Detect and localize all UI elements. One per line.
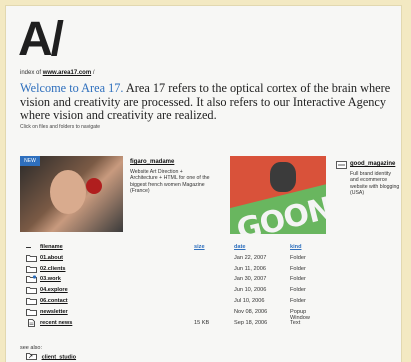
- figaro-madame-link[interactable]: figaro_madame: [130, 159, 210, 166]
- file-kind: Folder: [290, 297, 306, 304]
- file-date: Jun 11, 2006: [234, 265, 266, 272]
- related-link[interactable]: client_studio: [42, 354, 77, 360]
- table-row[interactable]: recent news 15 KB Sep 18, 2006 Text: [26, 318, 301, 330]
- good-magazine-thumbnail[interactable]: GOON: [230, 156, 326, 234]
- see-also-label: see also:: [20, 345, 43, 351]
- table-header: filename size date kind: [26, 243, 302, 254]
- navigation-hint: Click on files and folders to navigate: [20, 124, 101, 130]
- file-date: Sep 18, 2006: [234, 319, 268, 326]
- header-date[interactable]: date: [234, 244, 246, 250]
- file-name[interactable]: recent news: [40, 320, 72, 326]
- table-row[interactable]: 03.work Jan 30, 2007 Folder: [26, 275, 306, 286]
- dash-icon: [26, 247, 31, 248]
- file-name[interactable]: newsletter: [40, 309, 68, 315]
- woman-face-image: [50, 170, 86, 214]
- page: A/ index of www.area17.com / Welcome to …: [6, 6, 401, 362]
- file-kind: Folder: [290, 287, 306, 294]
- file-name[interactable]: 02.clients: [40, 266, 66, 272]
- good-magazine-text: Full brand identity and ecommerce websit…: [350, 170, 400, 197]
- magazine-link-icon: [336, 161, 347, 169]
- related-item[interactable]: client_studio: [26, 352, 76, 362]
- index-path: index of www.area17.com /: [20, 70, 95, 76]
- good-magazine-link[interactable]: good_magazine: [350, 161, 400, 168]
- table-row[interactable]: 01.about Jan 22, 2007 Folder: [26, 254, 306, 265]
- area17-logo[interactable]: A/: [18, 16, 64, 64]
- figaro-madame-thumbnail[interactable]: NEW: [20, 156, 123, 232]
- good-magazine-description: good_magazine Full brand identity and ec…: [350, 161, 400, 197]
- welcome-highlight: Welcome to Area 17.: [20, 81, 124, 95]
- folder-icon: [26, 308, 37, 318]
- figaro-madame-text: Website Art Direction + Architecture + H…: [130, 168, 210, 195]
- file-kind: Folder: [290, 276, 306, 283]
- file-date: Jan 30, 2007: [234, 276, 267, 283]
- file-name[interactable]: 04.explore: [40, 287, 68, 293]
- file-date: Jan 22, 2007: [234, 254, 267, 261]
- file-table: filename size date kind 01.about Jan 22,…: [26, 243, 310, 330]
- index-link[interactable]: www.area17.com: [43, 70, 91, 76]
- index-prefix: index of: [20, 70, 42, 76]
- new-badge: NEW: [20, 156, 40, 166]
- figaro-madame-description: figaro_madame Website Art Direction + Ar…: [130, 159, 210, 195]
- table-row[interactable]: newsletter Nov 08, 2006 Popup Window: [26, 308, 310, 321]
- header-size[interactable]: size: [194, 244, 205, 250]
- table-row[interactable]: 04.explore Jun 10, 2006 Folder: [26, 286, 306, 297]
- table-row[interactable]: 02.clients Jun 11, 2006 Folder: [26, 265, 306, 276]
- apple-image: [86, 178, 102, 194]
- folder-icon: [26, 265, 37, 275]
- header-kind[interactable]: kind: [290, 244, 302, 250]
- file-date: Jun 10, 2006: [234, 287, 267, 294]
- file-date: Jul 10, 2006: [234, 297, 265, 304]
- file-size: 15 KB: [194, 319, 210, 326]
- folder-icon: [26, 286, 37, 296]
- file-date: Nov 08, 2006: [234, 308, 268, 315]
- file-name[interactable]: 01.about: [40, 255, 63, 261]
- welcome-text: Welcome to Area 17. Area 17 refers to th…: [20, 81, 395, 123]
- folder-icon: [26, 297, 37, 307]
- folder-badge-icon: [26, 275, 37, 285]
- file-name[interactable]: 06.contact: [40, 298, 68, 304]
- file-name[interactable]: 03.work: [40, 276, 61, 282]
- folder-icon: [26, 254, 37, 264]
- file-kind: Folder: [290, 254, 306, 261]
- file-kind: Text: [290, 319, 301, 326]
- file-kind: Folder: [290, 265, 306, 272]
- person-image: [270, 162, 296, 192]
- header-filename[interactable]: filename: [40, 244, 63, 250]
- table-row[interactable]: 06.contact Jul 10, 2006 Folder: [26, 297, 306, 308]
- index-suffix: /: [92, 70, 95, 76]
- folder-link-icon: [26, 352, 37, 362]
- document-icon: [26, 318, 37, 329]
